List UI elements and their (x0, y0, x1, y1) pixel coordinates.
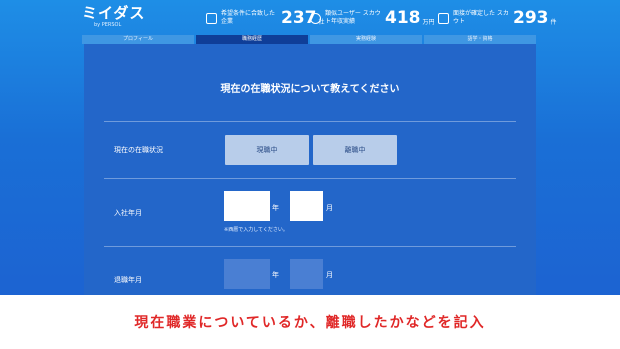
building-icon (206, 12, 217, 24)
stat-label: 類似ユーザー スカウト年収実績 (325, 10, 381, 25)
logo-text: ミイダス (82, 4, 146, 22)
stat-salary: 類似ユーザー スカウト年収実績 418 万円 (310, 7, 435, 29)
caption-bar: 現在職業についているか、離職したかなどを記入 (0, 295, 620, 349)
logo[interactable]: ミイダス by PERSOL (82, 5, 146, 31)
stat-label: 面接が確定した スカウト (453, 10, 509, 25)
employed-button[interactable]: 現職中 (225, 135, 309, 165)
form-title: 現在の在職状況について教えてください (220, 84, 400, 95)
stat-unit: 件 (550, 18, 557, 26)
caption-text: 現在職業についているか、離職したかなどを記入 (134, 315, 486, 331)
logo-sub: by PERSOL (94, 22, 122, 28)
divider (104, 178, 516, 179)
divider (104, 246, 516, 247)
month-unit: 月 (326, 204, 333, 212)
divider (104, 121, 516, 122)
status-label: 現在の在職状況 (114, 146, 163, 154)
stat-value: 418 (385, 8, 421, 28)
month-unit: 月 (326, 271, 333, 279)
progress-steps: プロフィール 職務経歴 実務経験 語学・資格 (82, 35, 538, 44)
form-panel: 現在の在職状況について教えてください 現在の在職状況 現職中 離職中 入社年月 … (84, 44, 536, 295)
step-profile[interactable]: プロフィール (82, 35, 194, 44)
stat-companies: 希望条件に合致した企業 237 社 (206, 7, 325, 29)
join-year-input[interactable] (224, 191, 270, 221)
stat-interviews: 面接が確定した スカウト 293 件 (438, 7, 557, 29)
stat-value: 293 (513, 8, 549, 28)
stat-label: 希望条件に合致した企業 (221, 10, 276, 25)
yen-icon (310, 12, 321, 24)
header: ミイダス by PERSOL 希望条件に合致した企業 237 社 類似ユーザー … (0, 0, 620, 36)
year-unit: 年 (272, 204, 279, 212)
join-date-label: 入社年月 (114, 209, 142, 217)
date-note: ※西暦で入力してください。 (224, 227, 288, 233)
mail-icon (438, 12, 449, 24)
step-experience[interactable]: 実務経験 (310, 35, 422, 44)
leave-year-input[interactable] (224, 259, 270, 289)
unemployed-button[interactable]: 離職中 (313, 135, 397, 165)
year-unit: 年 (272, 271, 279, 279)
stat-unit: 万円 (422, 18, 435, 26)
step-language[interactable]: 語学・資格 (424, 35, 536, 44)
join-month-input[interactable] (290, 191, 323, 221)
step-career[interactable]: 職務経歴 (196, 35, 308, 44)
leave-month-input[interactable] (290, 259, 323, 289)
leave-date-label: 退職年月 (114, 276, 142, 284)
